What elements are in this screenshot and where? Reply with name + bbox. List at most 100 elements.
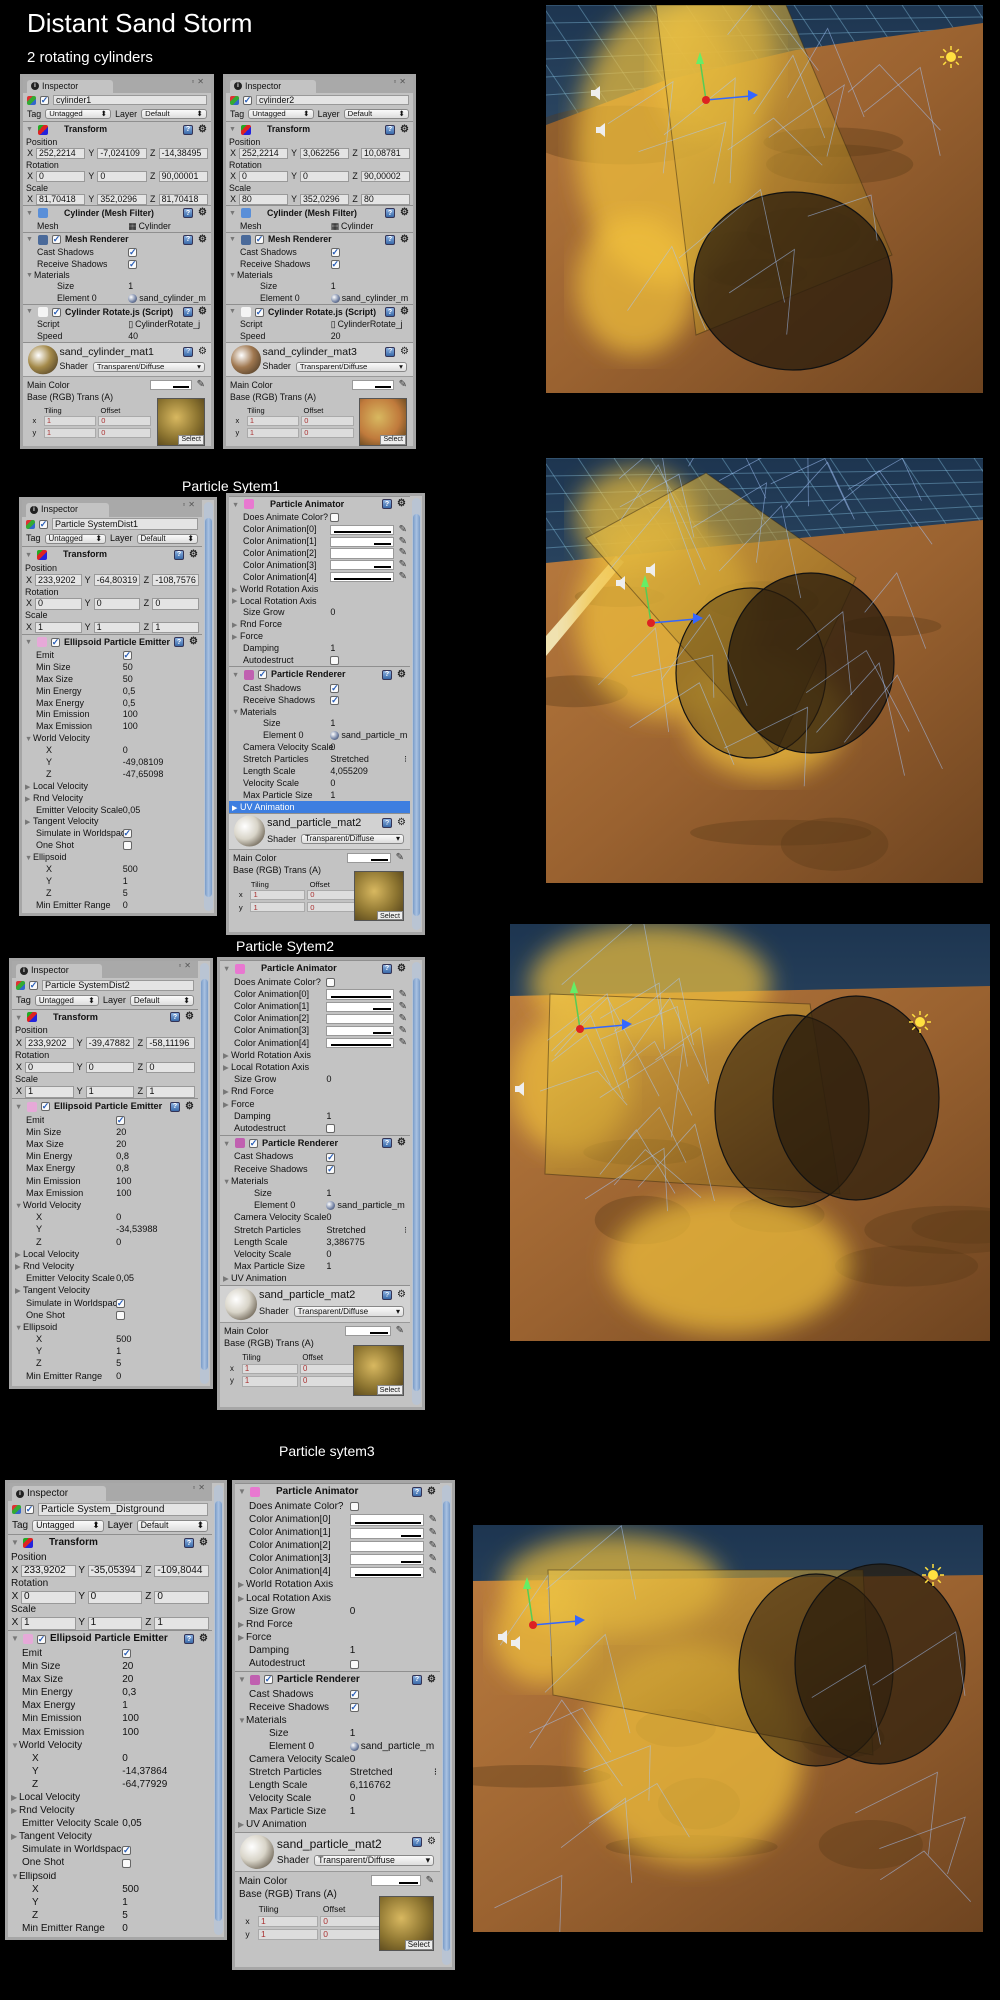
vector-z-input[interactable]: -14,38495 — [158, 148, 208, 160]
vector-x-input[interactable]: 1 — [25, 1086, 74, 1098]
gear-icon[interactable]: ⚙ — [199, 1634, 208, 1644]
value-field[interactable]: 5 — [116, 1359, 121, 1368]
color-swatch[interactable] — [349, 1566, 424, 1578]
vertical-scrollbar[interactable] — [412, 962, 421, 1405]
value-field[interactable]: 1 — [326, 1112, 331, 1121]
fold-closed-arrow-icon[interactable]: ▶ — [25, 794, 33, 801]
value-field[interactable]: 0 — [123, 746, 128, 755]
component-header[interactable]: ▼ ✓ Mesh Renderer? ⚙ — [226, 233, 413, 247]
foldout-uv-animation[interactable]: ▶ UV Animation — [220, 1273, 410, 1285]
foldout-force[interactable]: ▶ Force — [220, 1098, 410, 1110]
value-field[interactable]: 5 — [123, 889, 128, 898]
stretch-dropdown[interactable]: Stretched — [330, 755, 369, 764]
value-field[interactable]: 5 — [122, 1911, 128, 1921]
vertical-scrollbar[interactable] — [412, 498, 421, 930]
foldout-uv-animation[interactable]: ▶ UV Animation — [229, 801, 410, 814]
value-field[interactable]: -49,08109 — [123, 758, 164, 767]
scene-canvas[interactable] — [510, 924, 990, 1341]
help-icon[interactable]: ? — [385, 307, 396, 318]
color-swatch[interactable] — [330, 560, 394, 571]
gear-icon[interactable]: ⚙ — [400, 234, 409, 245]
tag-dropdown[interactable]: Untagged ⬍ — [45, 109, 112, 120]
fold-closed-arrow-icon[interactable]: ▶ — [11, 1793, 19, 1802]
tiling-input[interactable]: 1 — [246, 428, 300, 438]
fold-open-arrow-icon[interactable]: ▼ — [11, 1741, 19, 1750]
gear-icon[interactable]: ⚙ — [198, 208, 207, 218]
component-header[interactable]: ▼ ✓ Particle Renderer? ⚙ — [229, 667, 410, 682]
help-icon[interactable]: ? — [183, 307, 194, 318]
fold-closed-arrow-icon[interactable]: ▶ — [232, 585, 240, 592]
texture-select-button[interactable]: Select — [380, 435, 406, 445]
help-icon[interactable]: ? — [385, 346, 396, 357]
fold-open-arrow-icon[interactable]: ▼ — [232, 708, 240, 715]
value-field[interactable]: 100 — [123, 710, 138, 719]
value-field[interactable]: 20 — [116, 1140, 126, 1149]
vector-x-input[interactable]: 81,70418 — [36, 193, 86, 205]
value-field[interactable]: 0 — [326, 1213, 331, 1222]
component-enabled-checkbox[interactable]: ✓ — [258, 670, 267, 680]
value-field[interactable]: 0,8 — [116, 1164, 129, 1173]
scene-view-particle-system-1[interactable] — [546, 458, 983, 883]
foldout-rnd-velocity[interactable]: ▶ Rnd Velocity — [8, 1805, 212, 1818]
help-icon[interactable]: ? — [183, 124, 194, 135]
help-icon[interactable]: ? — [183, 234, 194, 245]
foldout-local-rotation-axis[interactable]: ▶ Local Rotation Axis — [235, 1592, 440, 1605]
fold-closed-arrow-icon[interactable]: ▶ — [238, 1633, 246, 1642]
scrollbar-thumb[interactable] — [215, 1501, 222, 1921]
gear-icon[interactable]: ⚙ — [397, 818, 406, 828]
fold-closed-arrow-icon[interactable]: ▶ — [223, 1064, 231, 1072]
fold-open-arrow-icon[interactable]: ▼ — [223, 1139, 231, 1147]
value-field[interactable]: 0,8 — [116, 1152, 129, 1161]
object-name-field[interactable]: cylinder1 — [53, 94, 207, 106]
offset-input[interactable]: 0 — [98, 428, 151, 438]
vector-x-input[interactable]: 0 — [25, 1061, 74, 1074]
vector-z-input[interactable]: 81,70418 — [158, 193, 208, 205]
object-field[interactable]: CylinderRotate_j — [135, 320, 200, 329]
value-field[interactable]: 40 — [128, 332, 138, 341]
scrollbar-thumb[interactable] — [413, 514, 420, 916]
vector-z-input[interactable]: 0 — [146, 1061, 196, 1074]
eyedropper-icon[interactable]: ✎ — [396, 1325, 404, 1336]
property-checkbox[interactable] — [326, 1124, 336, 1134]
value-field[interactable]: 1 — [350, 1807, 356, 1817]
fold-open-arrow-icon[interactable]: ▼ — [238, 1488, 246, 1496]
gear-icon[interactable]: ⚙ — [397, 669, 406, 680]
main-color-swatch[interactable] — [345, 1325, 391, 1336]
vector-z-input[interactable]: 0 — [154, 1591, 210, 1604]
gear-icon[interactable]: ⚙ — [397, 499, 406, 509]
help-icon[interactable]: ? — [385, 208, 396, 219]
tiling-input[interactable]: 1 — [43, 416, 97, 427]
value-field[interactable]: 100 — [122, 1728, 139, 1738]
layer-dropdown[interactable]: Default ⬍ — [343, 109, 410, 120]
vector-z-input[interactable]: -109,8044 — [154, 1564, 210, 1578]
fold-open-arrow-icon[interactable]: ▼ — [26, 210, 34, 217]
vector-x-input[interactable]: 0 — [239, 171, 288, 182]
foldout-rnd-velocity[interactable]: ▶ Rnd Velocity — [12, 1260, 198, 1272]
help-icon[interactable]: ? — [385, 124, 396, 135]
layer-dropdown[interactable]: Default ⬍ — [136, 533, 198, 545]
fold-closed-arrow-icon[interactable]: ▶ — [15, 1262, 23, 1270]
value-field[interactable]: -47,65098 — [123, 770, 164, 779]
window-buttons[interactable]: ▫✕ — [192, 1484, 208, 1492]
fold-closed-arrow-icon[interactable]: ▶ — [11, 1807, 19, 1815]
inspector-tab[interactable]: i Inspector — [12, 1486, 106, 1502]
value-field[interactable]: 50 — [123, 663, 133, 672]
value-field[interactable]: 1 — [326, 1189, 331, 1198]
gear-icon[interactable]: ⚙ — [427, 1487, 436, 1497]
help-icon[interactable]: ? — [174, 637, 185, 648]
scene-canvas[interactable] — [473, 1525, 983, 1932]
vertical-scrollbar[interactable] — [200, 963, 209, 1384]
gear-icon[interactable]: ⚙ — [397, 1290, 406, 1300]
property-checkbox[interactable] — [122, 1858, 132, 1868]
color-swatch[interactable] — [326, 1038, 394, 1049]
foldout-local-velocity[interactable]: ▶ Local Velocity — [22, 780, 202, 792]
gear-icon[interactable]: ⚙ — [400, 208, 409, 218]
scene-view-cylinders[interactable] — [546, 5, 983, 393]
value-field[interactable]: -14,37864 — [122, 1767, 167, 1777]
foldout-materials[interactable]: ▼ Materials — [235, 1714, 440, 1727]
value-field[interactable]: 0 — [326, 1250, 331, 1259]
fold-closed-arrow-icon[interactable]: ▶ — [238, 1620, 246, 1629]
foldout-materials[interactable]: ▼ Materials — [23, 270, 211, 281]
fold-open-arrow-icon[interactable]: ▼ — [15, 1202, 23, 1210]
value-field[interactable]: 0,5 — [123, 687, 136, 696]
